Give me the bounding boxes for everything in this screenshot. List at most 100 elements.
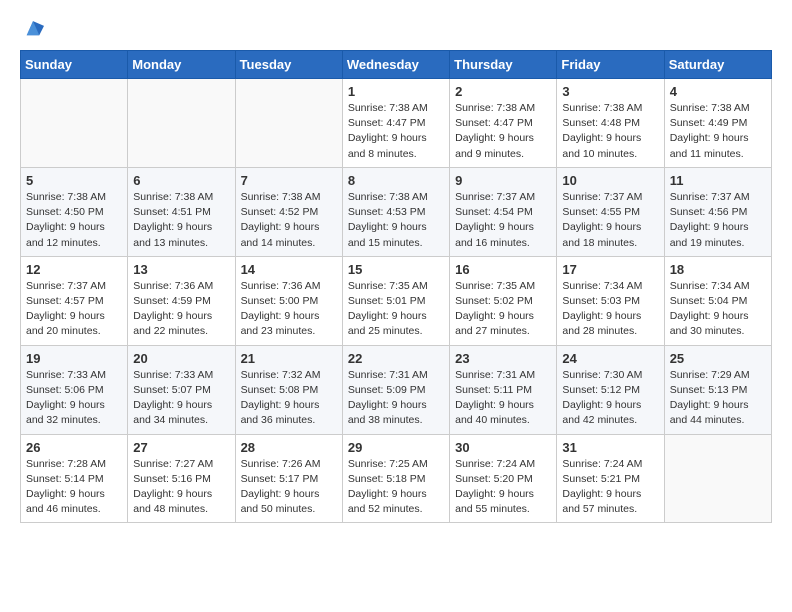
- weekday-monday: Monday: [128, 51, 235, 79]
- weekday-friday: Friday: [557, 51, 664, 79]
- day-info: Sunrise: 7:37 AMSunset: 4:55 PMDaylight:…: [562, 190, 658, 251]
- calendar-cell: 23 Sunrise: 7:31 AMSunset: 5:11 PMDayligh…: [450, 345, 557, 434]
- day-number: 23: [455, 351, 551, 366]
- week-row-5: 26 Sunrise: 7:28 AMSunset: 5:14 PMDayligh…: [21, 434, 772, 523]
- day-number: 18: [670, 262, 766, 277]
- page-header: [20, 18, 772, 40]
- day-info: Sunrise: 7:38 AMSunset: 4:48 PMDaylight:…: [562, 101, 658, 162]
- calendar-cell: 6 Sunrise: 7:38 AMSunset: 4:51 PMDaylight…: [128, 167, 235, 256]
- day-info: Sunrise: 7:38 AMSunset: 4:47 PMDaylight:…: [348, 101, 444, 162]
- logo-icon: [22, 18, 44, 40]
- day-info: Sunrise: 7:25 AMSunset: 5:18 PMDaylight:…: [348, 457, 444, 518]
- calendar-cell: 5 Sunrise: 7:38 AMSunset: 4:50 PMDaylight…: [21, 167, 128, 256]
- day-info: Sunrise: 7:31 AMSunset: 5:09 PMDaylight:…: [348, 368, 444, 429]
- calendar-cell: 1 Sunrise: 7:38 AMSunset: 4:47 PMDaylight…: [342, 79, 449, 168]
- weekday-header-row: SundayMondayTuesdayWednesdayThursdayFrid…: [21, 51, 772, 79]
- calendar-cell: 4Sunrise: 7:38 AMSunset: 4:49 PMDaylight…: [664, 79, 771, 168]
- calendar-cell: 30Sunrise: 7:24 AMSunset: 5:20 PMDayligh…: [450, 434, 557, 523]
- day-info: Sunrise: 7:27 AMSunset: 5:16 PMDaylight:…: [133, 457, 229, 518]
- day-info: Sunrise: 7:34 AMSunset: 5:03 PMDaylight:…: [562, 279, 658, 340]
- day-info: Sunrise: 7:38 AMSunset: 4:47 PMDaylight:…: [455, 101, 551, 162]
- calendar-cell: 24 Sunrise: 7:30 AMSunset: 5:12 PMDayligh…: [557, 345, 664, 434]
- day-info: Sunrise: 7:37 AMSunset: 4:57 PMDaylight:…: [26, 279, 122, 340]
- day-info: Sunrise: 7:35 AMSunset: 5:01 PMDaylight:…: [348, 279, 444, 340]
- calendar-cell: 29 Sunrise: 7:25 AMSunset: 5:18 PMDayligh…: [342, 434, 449, 523]
- calendar-cell: 25 Sunrise: 7:29 AMSunset: 5:13 PMDayligh…: [664, 345, 771, 434]
- calendar-cell: 15 Sunrise: 7:35 AMSunset: 5:01 PMDayligh…: [342, 256, 449, 345]
- day-info: Sunrise: 7:38 AMSunset: 4:51 PMDaylight:…: [133, 190, 229, 251]
- day-info: Sunrise: 7:28 AMSunset: 5:14 PMDaylight:…: [26, 457, 122, 518]
- weekday-tuesday: Tuesday: [235, 51, 342, 79]
- day-number: 12: [26, 262, 122, 277]
- calendar-cell: 10 Sunrise: 7:37 AMSunset: 4:55 PMDayligh…: [557, 167, 664, 256]
- day-number: 10: [562, 173, 658, 188]
- day-number: 3: [562, 84, 658, 99]
- calendar-cell: 13Sunrise: 7:36 AMSunset: 4:59 PMDayligh…: [128, 256, 235, 345]
- day-info: Sunrise: 7:33 AMSunset: 5:07 PMDaylight:…: [133, 368, 229, 429]
- day-number: 20: [133, 351, 229, 366]
- calendar-cell: [664, 434, 771, 523]
- calendar-cell: 12 Sunrise: 7:37 AMSunset: 4:57 PMDayligh…: [21, 256, 128, 345]
- day-info: Sunrise: 7:33 AMSunset: 5:06 PMDaylight:…: [26, 368, 122, 429]
- day-number: 17: [562, 262, 658, 277]
- day-number: 31: [562, 440, 658, 455]
- day-number: 14: [241, 262, 337, 277]
- day-info: Sunrise: 7:35 AMSunset: 5:02 PMDaylight:…: [455, 279, 551, 340]
- day-number: 4: [670, 84, 766, 99]
- day-number: 27: [133, 440, 229, 455]
- day-number: 11: [670, 173, 766, 188]
- day-info: Sunrise: 7:37 AMSunset: 4:56 PMDaylight:…: [670, 190, 766, 251]
- day-number: 19: [26, 351, 122, 366]
- week-row-2: 5 Sunrise: 7:38 AMSunset: 4:50 PMDaylight…: [21, 167, 772, 256]
- day-number: 21: [241, 351, 337, 366]
- calendar-cell: 9 Sunrise: 7:37 AMSunset: 4:54 PMDaylight…: [450, 167, 557, 256]
- day-info: Sunrise: 7:26 AMSunset: 5:17 PMDaylight:…: [241, 457, 337, 518]
- day-number: 2: [455, 84, 551, 99]
- day-number: 29: [348, 440, 444, 455]
- day-info: Sunrise: 7:37 AMSunset: 4:54 PMDaylight:…: [455, 190, 551, 251]
- day-info: Sunrise: 7:24 AMSunset: 5:20 PMDaylight:…: [455, 457, 551, 518]
- day-info: Sunrise: 7:36 AMSunset: 5:00 PMDaylight:…: [241, 279, 337, 340]
- day-info: Sunrise: 7:38 AMSunset: 4:53 PMDaylight:…: [348, 190, 444, 251]
- day-number: 6: [133, 173, 229, 188]
- calendar-cell: 27 Sunrise: 7:27 AMSunset: 5:16 PMDayligh…: [128, 434, 235, 523]
- day-info: Sunrise: 7:32 AMSunset: 5:08 PMDaylight:…: [241, 368, 337, 429]
- day-number: 25: [670, 351, 766, 366]
- calendar-cell: 19 Sunrise: 7:33 AMSunset: 5:06 PMDayligh…: [21, 345, 128, 434]
- calendar-cell: 20 Sunrise: 7:33 AMSunset: 5:07 PMDayligh…: [128, 345, 235, 434]
- day-info: Sunrise: 7:31 AMSunset: 5:11 PMDaylight:…: [455, 368, 551, 429]
- weekday-wednesday: Wednesday: [342, 51, 449, 79]
- calendar-cell: 3 Sunrise: 7:38 AMSunset: 4:48 PMDaylight…: [557, 79, 664, 168]
- calendar-cell: 16 Sunrise: 7:35 AMSunset: 5:02 PMDayligh…: [450, 256, 557, 345]
- day-number: 8: [348, 173, 444, 188]
- week-row-4: 19 Sunrise: 7:33 AMSunset: 5:06 PMDayligh…: [21, 345, 772, 434]
- calendar-cell: 2 Sunrise: 7:38 AMSunset: 4:47 PMDaylight…: [450, 79, 557, 168]
- calendar-cell: 21 Sunrise: 7:32 AMSunset: 5:08 PMDayligh…: [235, 345, 342, 434]
- calendar-cell: 11 Sunrise: 7:37 AMSunset: 4:56 PMDayligh…: [664, 167, 771, 256]
- calendar-cell: 28Sunrise: 7:26 AMSunset: 5:17 PMDayligh…: [235, 434, 342, 523]
- day-number: 15: [348, 262, 444, 277]
- day-number: 26: [26, 440, 122, 455]
- week-row-3: 12 Sunrise: 7:37 AMSunset: 4:57 PMDayligh…: [21, 256, 772, 345]
- day-number: 7: [241, 173, 337, 188]
- weekday-sunday: Sunday: [21, 51, 128, 79]
- calendar-cell: 8 Sunrise: 7:38 AMSunset: 4:53 PMDaylight…: [342, 167, 449, 256]
- day-number: 9: [455, 173, 551, 188]
- day-number: 1: [348, 84, 444, 99]
- calendar-cell: 18Sunrise: 7:34 AMSunset: 5:04 PMDayligh…: [664, 256, 771, 345]
- calendar-cell: [128, 79, 235, 168]
- day-number: 16: [455, 262, 551, 277]
- calendar-table: SundayMondayTuesdayWednesdayThursdayFrid…: [20, 50, 772, 523]
- day-info: Sunrise: 7:29 AMSunset: 5:13 PMDaylight:…: [670, 368, 766, 429]
- day-info: Sunrise: 7:30 AMSunset: 5:12 PMDaylight:…: [562, 368, 658, 429]
- logo: [20, 18, 44, 40]
- calendar-cell: 26 Sunrise: 7:28 AMSunset: 5:14 PMDayligh…: [21, 434, 128, 523]
- day-number: 5: [26, 173, 122, 188]
- weekday-saturday: Saturday: [664, 51, 771, 79]
- weekday-thursday: Thursday: [450, 51, 557, 79]
- calendar-cell: 17 Sunrise: 7:34 AMSunset: 5:03 PMDayligh…: [557, 256, 664, 345]
- calendar-cell: 14 Sunrise: 7:36 AMSunset: 5:00 PMDayligh…: [235, 256, 342, 345]
- calendar-cell: 31Sunrise: 7:24 AMSunset: 5:21 PMDayligh…: [557, 434, 664, 523]
- day-info: Sunrise: 7:38 AMSunset: 4:50 PMDaylight:…: [26, 190, 122, 251]
- day-number: 24: [562, 351, 658, 366]
